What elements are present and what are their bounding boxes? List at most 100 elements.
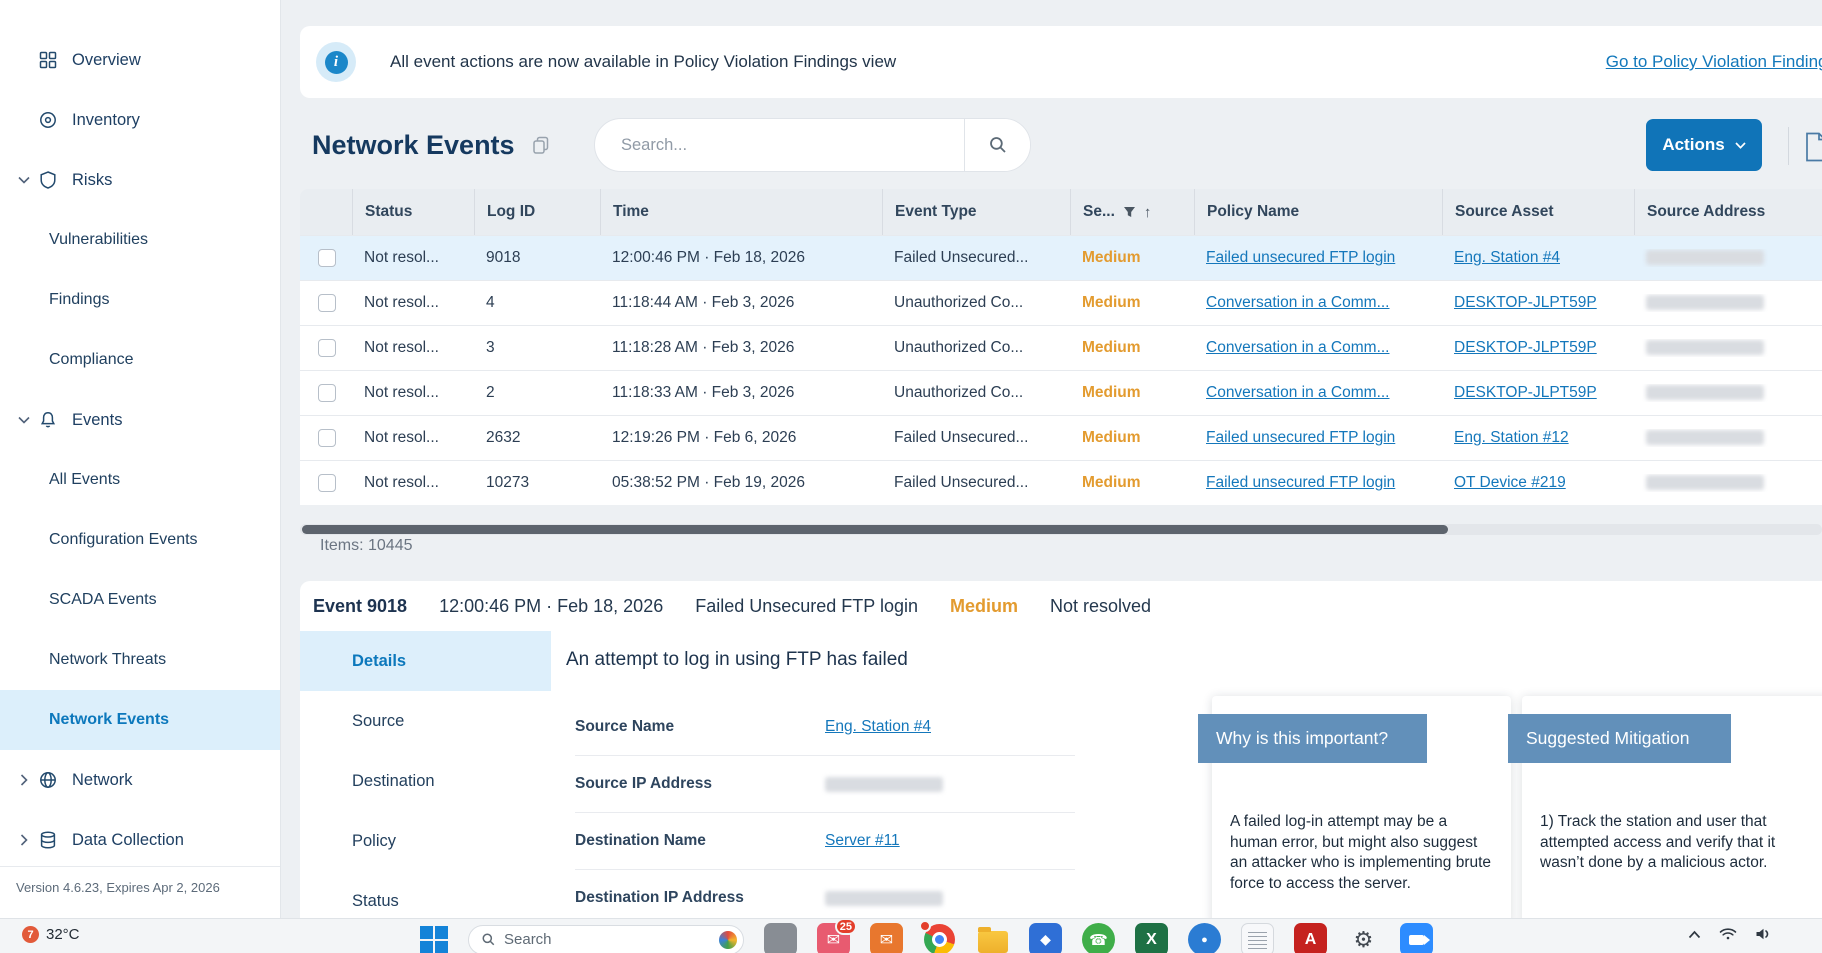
row-checkbox[interactable] [318, 294, 336, 312]
table-row[interactable]: Not resol... 2 11:18:33 AM · Feb 3, 2026… [300, 370, 1822, 415]
temperature: 32°C [46, 926, 80, 943]
app-icon[interactable] [764, 923, 797, 953]
chevron-down-icon [12, 176, 36, 184]
actions-button[interactable]: Actions [1646, 119, 1762, 171]
sidebar-item-all-events[interactable]: All Events [0, 450, 280, 510]
tab-source[interactable]: Source [300, 691, 551, 751]
cell-status: Not resol... [352, 294, 474, 312]
copy-icon[interactable] [531, 135, 551, 155]
export-page-icon[interactable] [1804, 128, 1822, 166]
search-input[interactable] [595, 136, 964, 155]
sidebar-item-scada-events[interactable]: SCADA Events [0, 570, 280, 630]
cell-event-type: Unauthorized Co... [882, 339, 1070, 357]
header-event-type[interactable]: Event Type [882, 189, 1070, 235]
row-checkbox[interactable] [318, 339, 336, 357]
sidebar-item-network[interactable]: Network [0, 750, 280, 810]
cell-event-type: Unauthorized Co... [882, 294, 1070, 312]
header-status[interactable]: Status [352, 189, 474, 235]
row-checkbox[interactable] [318, 429, 336, 447]
tab-details[interactable]: Details [300, 631, 551, 691]
source-asset-link[interactable]: DESKTOP-JLPT59P [1454, 294, 1597, 311]
zoom-icon[interactable] [1400, 923, 1433, 953]
outlook-icon[interactable]: ✉ [870, 923, 903, 953]
volume-icon[interactable] [1755, 927, 1772, 941]
sidebar-item-network-events[interactable]: Network Events [0, 690, 280, 750]
header-log-id[interactable]: Log ID [474, 189, 600, 235]
source-asset-link[interactable]: OT Device #219 [1454, 474, 1566, 491]
notepad-icon[interactable] [1241, 923, 1274, 953]
scrollbar-thumb[interactable] [302, 525, 1448, 534]
table-row[interactable]: Not resol... 10273 05:38:52 PM · Feb 19,… [300, 460, 1822, 505]
table-row[interactable]: Not resol... 4 11:18:44 AM · Feb 3, 2026… [300, 280, 1822, 325]
sidebar-item-vulnerabilities[interactable]: Vulnerabilities [0, 210, 280, 270]
table-row[interactable]: Not resol... 9018 12:00:46 PM · Feb 18, … [300, 235, 1822, 280]
destination-name-link[interactable]: Server #11 [825, 832, 900, 850]
sidebar-item-overview[interactable]: Overview [0, 30, 280, 90]
weather-widget[interactable]: 7 32°C [22, 926, 80, 943]
row-checkbox[interactable] [318, 249, 336, 267]
detail-fields: Source Name Eng. Station #4 Source IP Ad… [575, 699, 1075, 918]
cell-severity: Medium [1070, 294, 1194, 312]
row-checkbox[interactable] [318, 384, 336, 402]
photos-icon[interactable]: ◆ [1029, 923, 1062, 953]
chevron-down-icon [1735, 142, 1746, 149]
policy-name-link[interactable]: Conversation in a Comm... [1206, 294, 1390, 311]
wifi-icon[interactable] [1719, 927, 1737, 941]
windows-start-icon[interactable] [420, 926, 448, 953]
field-row: Source Name Eng. Station #4 [575, 699, 1075, 756]
sidebar-item-risks[interactable]: Risks [0, 150, 280, 210]
sidebar-item-events[interactable]: Events [0, 390, 280, 450]
sidebar-item-network-threats[interactable]: Network Threats [0, 630, 280, 690]
sort-ascending-icon[interactable]: ↑ [1144, 204, 1152, 221]
excel-icon[interactable]: X [1135, 923, 1168, 953]
sidebar-item-configuration-events[interactable]: Configuration Events [0, 510, 280, 570]
field-label: Destination IP Address [575, 889, 825, 907]
header-severity[interactable]: Se... ↑ [1070, 189, 1194, 235]
filter-funnel-icon[interactable] [1123, 206, 1136, 218]
acrobat-icon[interactable]: A [1294, 923, 1327, 953]
cell-event-type: Failed Unsecured... [882, 429, 1070, 447]
cell-log-id: 2 [474, 384, 600, 402]
chrome-icon[interactable] [923, 923, 956, 953]
sidebar-item-compliance[interactable]: Compliance [0, 330, 280, 390]
policy-name-link[interactable]: Failed unsecured FTP login [1206, 429, 1395, 446]
source-asset-link[interactable]: Eng. Station #4 [1454, 249, 1560, 266]
policy-name-link[interactable]: Conversation in a Comm... [1206, 339, 1390, 356]
maps-icon[interactable]: ● [1188, 923, 1221, 953]
suggested-mitigation-title: Suggested Mitigation [1508, 714, 1731, 763]
mail-icon[interactable]: ✉ 25 [817, 923, 850, 953]
tab-status[interactable]: Status [300, 871, 551, 918]
header-policy-name[interactable]: Policy Name [1194, 189, 1442, 235]
policy-name-link[interactable]: Conversation in a Comm... [1206, 384, 1390, 401]
settings-gear-icon[interactable]: ⚙ [1347, 923, 1380, 953]
taskbar-search[interactable]: Search [468, 925, 744, 953]
row-checkbox[interactable] [318, 474, 336, 492]
whatsapp-icon[interactable]: ☎ [1082, 923, 1115, 953]
sidebar-item-data-collection[interactable]: Data Collection [0, 810, 280, 870]
tray-chevron-up-icon[interactable] [1688, 930, 1701, 939]
cell-time: 11:18:33 AM · Feb 3, 2026 [600, 384, 882, 402]
policy-violation-findings-link[interactable]: Go to Policy Violation Findings [1606, 52, 1822, 72]
header-source-asset[interactable]: Source Asset [1442, 189, 1634, 235]
sidebar-item-findings[interactable]: Findings [0, 270, 280, 330]
sidebar-item-inventory[interactable]: Inventory [0, 90, 280, 150]
suggested-mitigation-card: Suggested Mitigation 1) Track the statio… [1522, 696, 1822, 918]
tab-destination[interactable]: Destination [300, 751, 551, 811]
source-asset-link[interactable]: DESKTOP-JLPT59P [1454, 384, 1597, 401]
table-row[interactable]: Not resol... 2632 12:19:26 PM · Feb 6, 2… [300, 415, 1822, 460]
redacted-source-address [1646, 340, 1764, 355]
source-name-link[interactable]: Eng. Station #4 [825, 718, 931, 736]
header-source-address[interactable]: Source Address [1634, 189, 1822, 235]
cell-status: Not resol... [352, 429, 474, 447]
sidebar: Overview Inventory Risks Vulnerabil [0, 0, 281, 953]
detail-time: 12:00:46 PM · Feb 18, 2026 [439, 596, 663, 617]
file-explorer-icon[interactable] [976, 923, 1009, 953]
search-button[interactable] [964, 119, 1030, 171]
header-time[interactable]: Time [600, 189, 882, 235]
source-asset-link[interactable]: Eng. Station #12 [1454, 429, 1569, 446]
source-asset-link[interactable]: DESKTOP-JLPT59P [1454, 339, 1597, 356]
policy-name-link[interactable]: Failed unsecured FTP login [1206, 474, 1395, 491]
tab-policy[interactable]: Policy [300, 811, 551, 871]
table-row[interactable]: Not resol... 3 11:18:28 AM · Feb 3, 2026… [300, 325, 1822, 370]
policy-name-link[interactable]: Failed unsecured FTP login [1206, 249, 1395, 266]
